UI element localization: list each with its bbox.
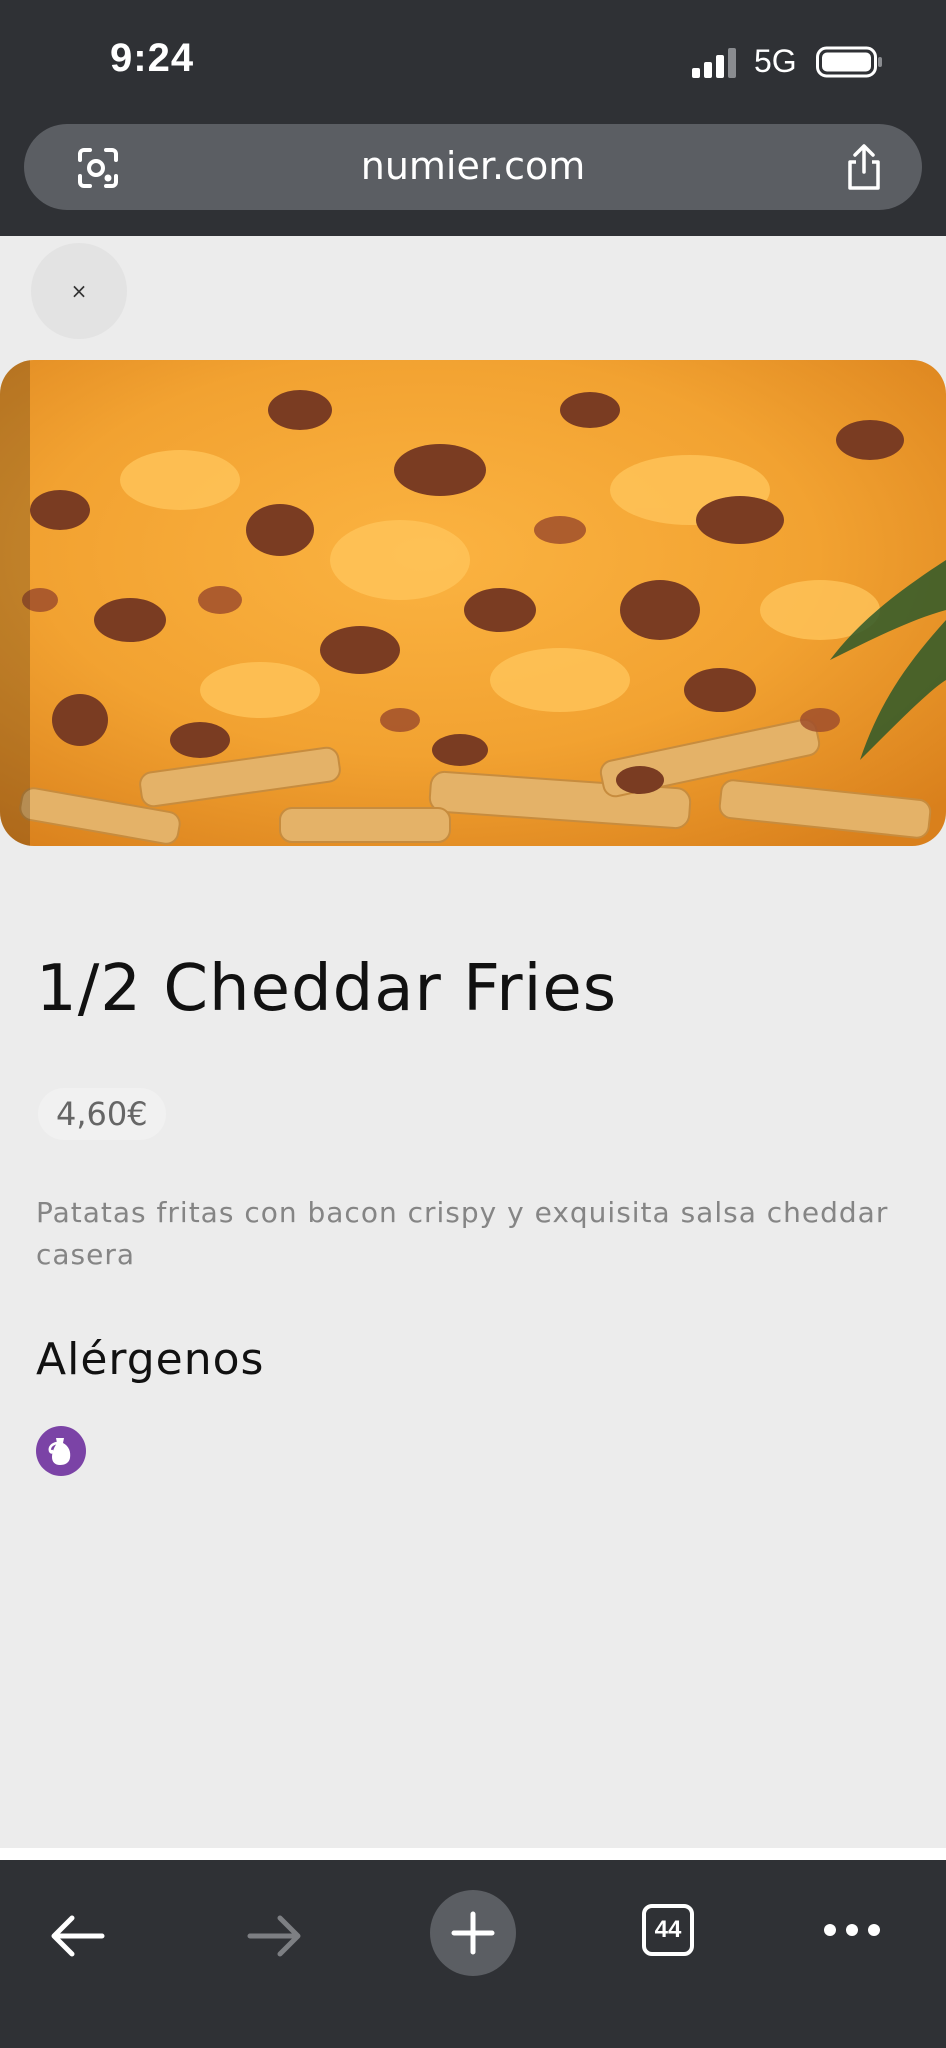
network-type: 5G — [754, 43, 797, 79]
browser-top-bar: 9:24 5G numier.com — [0, 0, 946, 236]
more-options-icon[interactable] — [822, 1916, 882, 1944]
tab-switcher-button[interactable]: 44 — [642, 1904, 694, 1956]
milk-jug-icon — [36, 1426, 86, 1476]
share-icon[interactable] — [840, 142, 888, 192]
close-button[interactable]: × — [31, 243, 127, 339]
url-text[interactable]: numier.com — [24, 144, 922, 188]
page-bottom-edge — [0, 1848, 946, 1860]
signal-strength-icon — [692, 48, 736, 78]
battery-icon — [816, 46, 882, 78]
forward-arrow-icon[interactable] — [246, 1912, 304, 1960]
plus-icon — [451, 1911, 495, 1955]
new-tab-button[interactable] — [430, 1890, 516, 1976]
allergens-heading: Alérgenos — [36, 1334, 265, 1385]
dish-title: 1/2 Cheddar Fries — [36, 952, 618, 1026]
dish-photo — [0, 360, 946, 846]
browser-bottom-bar: 44 — [0, 1860, 946, 2048]
price-badge: 4,60€ — [38, 1088, 166, 1140]
back-arrow-icon[interactable] — [48, 1912, 106, 1960]
dish-description: Patatas fritas con bacon crispy y exquis… — [36, 1196, 889, 1271]
status-time: 9:24 — [110, 36, 195, 80]
close-icon: × — [70, 279, 88, 303]
address-bar[interactable]: numier.com — [24, 124, 922, 210]
